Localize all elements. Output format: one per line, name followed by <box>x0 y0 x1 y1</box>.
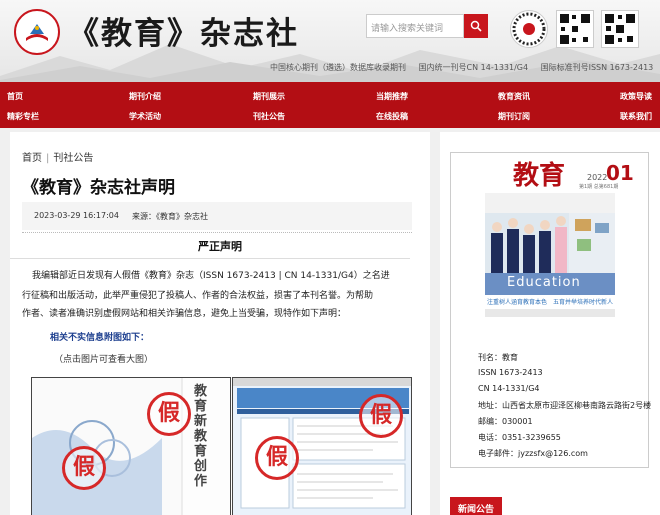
article-source: 来源：《教育》杂志社 <box>132 212 208 221</box>
main-nav: 首页 期刊介绍 期刊展示 当期推荐 教育资讯 政策导读 精彩专栏 学术活动 刊社… <box>0 82 660 128</box>
click-image-note: （点击图片可查看大图） <box>54 355 154 365</box>
fake-cover-text: 教育 新教育创作 <box>194 384 208 489</box>
cover-subline: 第1期 总第681期 <box>579 184 619 190</box>
cover-caption: 注重树人涵育教育本色 五育并举培养时代新人 <box>487 299 614 306</box>
cover-year: 2022 <box>587 173 608 182</box>
search-icon <box>470 20 482 32</box>
article-panel: 首页 | 刊社公告 《教育》杂志社声明 2023-03-29 16:17:04 来源… <box>10 132 430 515</box>
site-header: 《教育》杂志社 请输入搜索关键词 中国核心期刊（遴选）数据库收录期刊 国内统一刊… <box>0 0 660 82</box>
search-button[interactable] <box>464 14 488 38</box>
nav-education-news[interactable]: 教育资讯 <box>498 91 530 102</box>
info-postcode: 邮编：030001 <box>478 417 533 426</box>
news-section-title[interactable]: 新闻公告 <box>450 497 502 515</box>
article-date: 2023-03-29 16:17:04 <box>34 211 119 220</box>
brand-title[interactable]: 《教育》杂志社 <box>68 8 299 53</box>
nav-policy[interactable]: 政策导读 <box>620 91 652 102</box>
cover-education-word: Education <box>507 275 581 290</box>
nav-journal-intro[interactable]: 期刊介绍 <box>129 91 161 102</box>
statement-line-2: 行征稿和出版活动，此举严重侵犯了投稿人、作者的合法权益，损害了本刊名誉。为帮助 <box>22 291 374 301</box>
nav-current-issue[interactable]: 当期推荐 <box>376 91 408 102</box>
fake-stamp: 假 <box>147 392 191 436</box>
site-logo[interactable] <box>14 9 60 55</box>
info-cn: CN 14-1331/G4 <box>478 384 540 393</box>
nav-columns[interactable]: 精彩专栏 <box>7 111 39 122</box>
nav-subscribe[interactable]: 期刊订阅 <box>498 111 530 122</box>
nav-home[interactable]: 首页 <box>7 91 23 102</box>
meta-cn: 国内统一刊号CN 14-1331/G4 <box>418 63 529 72</box>
mini-program-qr <box>510 10 548 48</box>
sidebar: 教育 2022 01 第1期 总第681期 Education 注重树人涵育教育… <box>440 132 660 515</box>
breadcrumb-section[interactable]: 刊社公告 <box>53 153 93 164</box>
nav-announcements[interactable]: 刊社公告 <box>253 111 285 122</box>
page-title: 《教育》杂志社声明 <box>22 178 175 198</box>
info-journal-name: 刊名：教育 <box>478 353 518 362</box>
journal-meta-line: 中国核心期刊（遴选）数据库收录期刊 国内统一刊号CN 14-1331/G4 国际… <box>270 62 660 73</box>
weibo-qr-code <box>601 10 639 48</box>
evidence-image-fake-cover[interactable]: 教育 新教育创作 假 假 <box>31 377 231 515</box>
nav-academic[interactable]: 学术活动 <box>129 111 161 122</box>
info-address: 地址：山西省太原市迎泽区柳巷南路云路街2号楼 <box>478 401 652 410</box>
info-phone: 电话：0351-3239655 <box>478 433 561 442</box>
fake-stamp: 假 <box>359 394 403 438</box>
nav-contact[interactable]: 联系我们 <box>620 111 652 122</box>
cover-issue-number: 01 <box>606 161 634 185</box>
breadcrumb: 首页 | 刊社公告 <box>22 149 93 164</box>
meta-divider <box>22 232 412 233</box>
fake-stamp: 假 <box>255 436 299 480</box>
nav-journal-display[interactable]: 期刊展示 <box>253 91 285 102</box>
fake-stamp: 假 <box>62 446 106 490</box>
evidence-image-fake-website[interactable]: 假 假 <box>232 377 412 515</box>
info-issn: ISSN 1673-2413 <box>478 368 543 377</box>
article-meta: 2023-03-29 16:17:04 来源：《教育》杂志社 <box>22 202 412 230</box>
evidence-subheading: 相关不实信息附图如下： <box>50 333 150 343</box>
cover-background <box>485 309 615 317</box>
info-email[interactable]: 电子邮件：jyzzsfx@126.com <box>478 448 588 459</box>
cover-title: 教育 <box>513 161 566 191</box>
breadcrumb-home[interactable]: 首页 <box>22 153 42 164</box>
statement-heading: 严正声明 <box>198 240 242 253</box>
statement-line-3: 作者、读者准确识别虚假网站和相关诈骗信息，避免上当受骗，现特作如下声明： <box>22 309 347 319</box>
meta-issn: 国际标准刊号ISSN 1673-2413 <box>540 63 654 72</box>
nav-submission[interactable]: 在线投稿 <box>376 111 408 122</box>
heading-divider <box>10 258 410 259</box>
statement-line-1: 我编辑部近日发现有人假借《教育》杂志（ISSN 1673-2413 | CN 1… <box>32 271 390 281</box>
wechat-qr-code <box>556 10 594 48</box>
breadcrumb-separator: | <box>46 153 50 164</box>
meta-core: 中国核心期刊（遴选）数据库收录期刊 <box>270 63 406 72</box>
search-input[interactable]: 请输入搜索关键词 <box>366 14 464 38</box>
